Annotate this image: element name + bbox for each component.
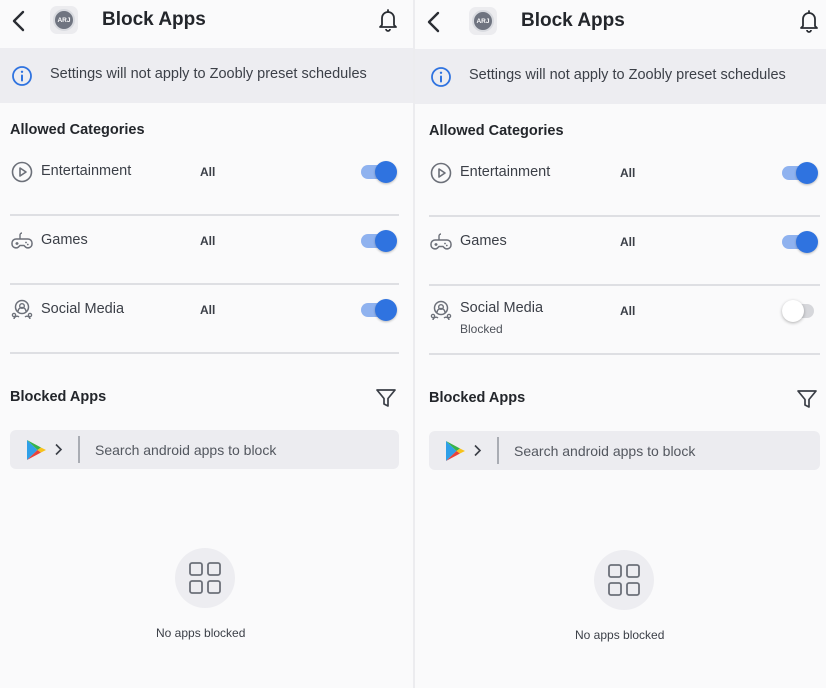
category-label: Social Media [41, 301, 125, 317]
google-play-icon[interactable] [24, 438, 48, 462]
toggle-knob [375, 161, 397, 183]
bell-icon[interactable] [377, 8, 399, 32]
category-scope[interactable]: All [200, 303, 215, 317]
row-divider [429, 353, 820, 355]
blocked-apps-title: Blocked Apps [429, 390, 526, 406]
entertainment-toggle[interactable] [782, 162, 818, 184]
play-circle-icon [430, 162, 452, 184]
category-scope[interactable]: All [620, 166, 635, 180]
info-icon [431, 67, 451, 87]
empty-state-icon-wrap [594, 550, 654, 610]
banner-text: Settings will not apply to Zoobly preset… [469, 67, 786, 83]
people-icon [11, 299, 33, 320]
empty-state-icon-wrap [175, 548, 235, 608]
info-banner: Settings will not apply to Zoobly preset… [415, 49, 826, 104]
chevron-right-icon[interactable] [473, 444, 482, 457]
category-label: Entertainment [460, 164, 551, 180]
back-arrow-icon[interactable] [423, 9, 445, 35]
banner-text: Settings will not apply to Zoobly preset… [50, 66, 367, 82]
avatar-initials: ARJ [53, 9, 75, 31]
search-input[interactable]: Search android apps to block [514, 443, 695, 459]
toggle-knob [375, 230, 397, 252]
bell-icon[interactable] [798, 9, 820, 33]
avatar[interactable]: ARJ [469, 7, 497, 35]
category-row-games: Games All [429, 217, 820, 286]
app-search-bar[interactable]: Search android apps to block [429, 431, 820, 470]
category-label: Games [460, 233, 507, 249]
app-header: ARJ Block Apps [0, 0, 413, 48]
block-apps-screen-1: ARJ Block Apps Settings will not apply t… [0, 0, 413, 688]
search-input[interactable]: Search android apps to block [95, 442, 276, 458]
row-divider [10, 352, 399, 354]
games-toggle[interactable] [782, 231, 818, 253]
category-status: Blocked [460, 322, 503, 336]
allowed-categories-title: Allowed Categories [10, 122, 145, 138]
toggle-knob [782, 300, 804, 322]
app-header: ARJ Block Apps [415, 0, 826, 48]
toggle-knob [796, 162, 818, 184]
avatar-initials: ARJ [472, 10, 494, 32]
search-separator [78, 436, 80, 463]
app-search-bar[interactable]: Search android apps to block [10, 430, 399, 469]
info-icon [12, 66, 32, 86]
category-row-entertainment: Entertainment All [10, 147, 399, 216]
people-icon [430, 300, 452, 321]
gamepad-icon [11, 232, 33, 249]
allowed-categories-title: Allowed Categories [429, 123, 564, 139]
screens-container: ARJ Block Apps Settings will not apply t… [0, 0, 826, 688]
grid-apps-icon [189, 562, 221, 594]
filter-icon[interactable] [375, 387, 397, 409]
category-label: Social Media [460, 300, 544, 316]
toggle-knob [796, 231, 818, 253]
toggle-knob [375, 299, 397, 321]
grid-apps-icon [608, 564, 640, 596]
category-scope[interactable]: All [200, 165, 215, 179]
social-media-toggle[interactable] [782, 300, 818, 322]
social-media-toggle[interactable] [361, 299, 397, 321]
gamepad-icon [430, 233, 452, 250]
page-title: Block Apps [521, 10, 625, 31]
filter-icon[interactable] [796, 388, 818, 410]
avatar[interactable]: ARJ [50, 6, 78, 34]
blocked-apps-title: Blocked Apps [10, 389, 107, 405]
category-label: Games [41, 232, 88, 248]
empty-state-text: No apps blocked [575, 628, 665, 642]
google-play-icon[interactable] [443, 439, 467, 463]
info-banner: Settings will not apply to Zoobly preset… [0, 48, 413, 103]
category-row-entertainment: Entertainment All [429, 148, 820, 217]
category-scope[interactable]: All [620, 304, 635, 318]
category-scope[interactable]: All [200, 234, 215, 248]
category-row-social-media: Social Media All [10, 285, 399, 354]
category-scope[interactable]: All [620, 235, 635, 249]
play-circle-icon [11, 161, 33, 183]
empty-state-text: No apps blocked [156, 626, 246, 640]
back-arrow-icon[interactable] [8, 8, 30, 34]
block-apps-screen-2: ARJ Block Apps Settings will not apply t… [415, 0, 826, 688]
page-title: Block Apps [102, 9, 206, 30]
chevron-right-icon[interactable] [54, 443, 63, 456]
games-toggle[interactable] [361, 230, 397, 252]
category-label: Entertainment [41, 163, 132, 179]
search-separator [497, 437, 499, 464]
category-row-games: Games All [10, 216, 399, 285]
category-row-social-media: Social Media Blocked All [429, 286, 820, 355]
entertainment-toggle[interactable] [361, 161, 397, 183]
